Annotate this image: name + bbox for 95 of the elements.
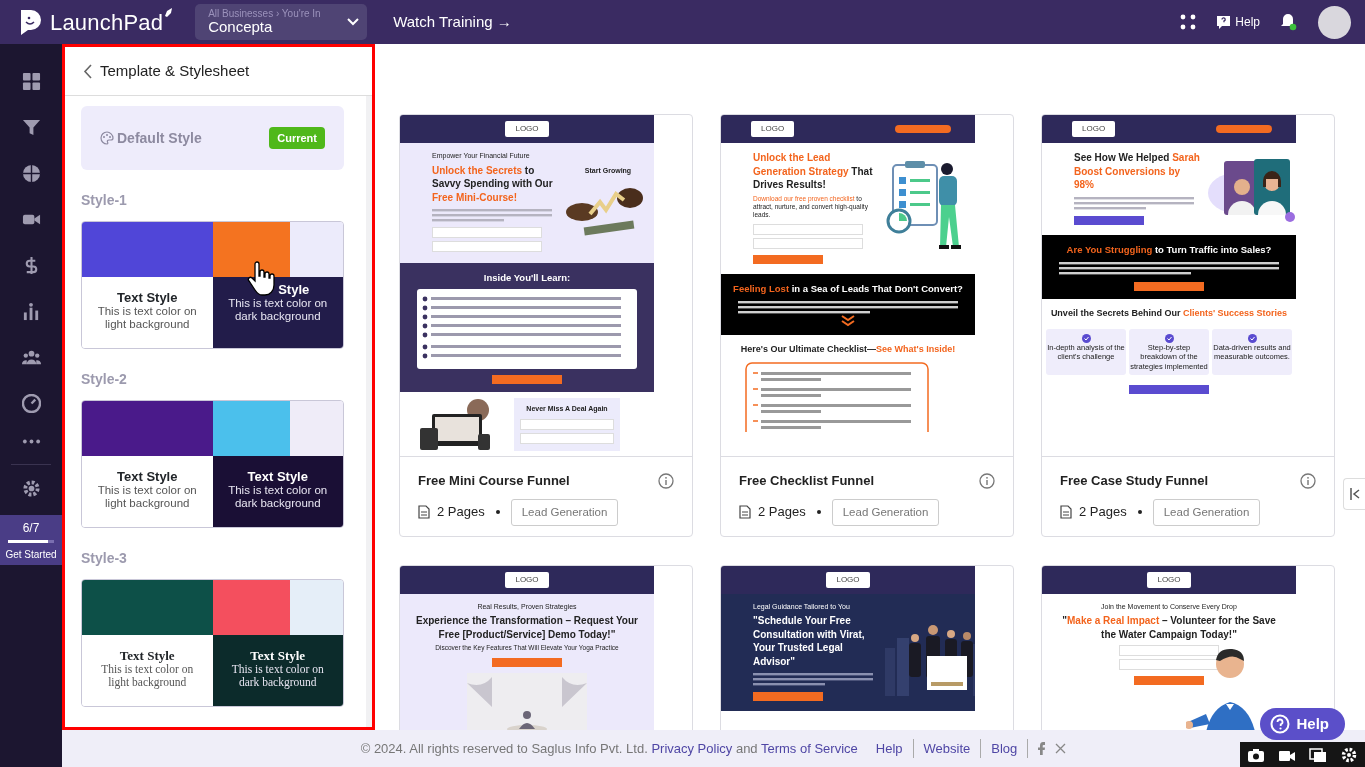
brand-name: LaunchPad [50, 8, 164, 37]
page-count: 2 Pages [1079, 503, 1127, 522]
windows-icon[interactable] [1309, 745, 1328, 764]
page-count: 2 Pages [437, 503, 485, 522]
template-card[interactable] [1041, 114, 1335, 537]
logo-placeholder: LOGO [505, 571, 549, 588]
sample-title: Text Style [116, 291, 179, 306]
headline: Unlock the Secrets to Savvy Spending with Our Free Mini-Course! [432, 163, 554, 204]
check-icon [1247, 333, 1257, 343]
category-tag: Lead Generation [1152, 498, 1261, 526]
footer-link[interactable]: Website [923, 738, 982, 759]
sample-title: Style [278, 282, 310, 297]
x-icon[interactable] [1055, 743, 1067, 754]
notification-bell-icon[interactable] [1280, 13, 1298, 31]
document-icon [739, 505, 751, 520]
sample-title: Text Style [116, 470, 179, 485]
check-icon [1164, 333, 1174, 343]
style-name: Default Style [117, 128, 202, 148]
help-link[interactable]: Help [1216, 13, 1260, 31]
copyright-text: © 2024. All rights reserved to Saglus Info Pvt. Ltd. Privacy Policy and Terms of Service [360, 739, 858, 758]
style-card[interactable]: Text Style This is text color on light background Style This is text color on dark background [81, 221, 344, 349]
facebook-icon[interactable] [1038, 742, 1046, 755]
onboarding-progress[interactable]: 6/7 Get Started [0, 515, 62, 565]
separator-dot [816, 510, 821, 515]
privacy-policy-link[interactable]: Privacy Policy [651, 740, 733, 756]
watch-training-link[interactable]: Watch Training → [393, 10, 512, 34]
rocket-icon [163, 7, 174, 19]
info-icon[interactable] [1300, 472, 1316, 489]
band-heading: Inside You'll Learn: [482, 271, 572, 285]
sample-title: Text Style [118, 649, 176, 664]
gauge-icon[interactable] [21, 393, 41, 413]
template-title: Free Mini Course Funnel [418, 472, 570, 490]
apps-icon[interactable] [1180, 14, 1197, 30]
template-card[interactable] [720, 114, 1014, 537]
chevron-down-icon [347, 18, 360, 26]
bar-chart-icon[interactable] [21, 301, 41, 321]
document-icon [418, 505, 430, 520]
category-tag: Lead Generation [831, 498, 940, 526]
headline: See How We Helped Sarah Boost Conversions by 98% [1074, 151, 1201, 192]
back-icon[interactable] [83, 63, 92, 79]
user-avatar[interactable] [1318, 5, 1351, 39]
separator-dot [495, 510, 500, 515]
settings-icon[interactable] [21, 478, 41, 498]
footer-link[interactable]: Blog [991, 738, 1029, 759]
help-icon [1216, 14, 1232, 30]
business-switcher[interactable]: All Businesses › You're In Concepta [195, 4, 368, 40]
logo-placeholder: LOGO [1147, 571, 1191, 588]
headline: "Schedule Your Free Consultation with Virat, Your Trusted Legal Advisor" [753, 614, 866, 669]
section-heading: Here's Our Ultimate Checklist—See What's Inside! [739, 343, 957, 357]
sample-text: This is text color on dark background [230, 663, 325, 689]
sample-title: Text Style [249, 649, 307, 664]
sample-text: This is text color on light background [96, 305, 198, 331]
style-heading: Style-1 [81, 191, 128, 210]
logo-placeholder: LOGO [505, 121, 549, 137]
help-icon [1270, 713, 1291, 734]
dashboard-icon[interactable] [21, 71, 41, 91]
headline: Unlock the Lead Generation Strategy That Drives Results! [753, 151, 874, 192]
section-heading: Unveil the Secrets Behind Our Clients' Success Stories [1049, 306, 1289, 320]
funnel-icon[interactable] [21, 117, 41, 137]
terms-link[interactable]: Terms of Service [761, 740, 858, 756]
sample-text: This is text color on light background [100, 663, 195, 689]
sample-title: Text Style [246, 470, 309, 485]
style-heading: Style-3 [81, 549, 128, 568]
style-heading: Style-2 [81, 370, 128, 389]
sample-text: This is text color on dark background [227, 297, 329, 323]
style-card[interactable]: Text Style This is text color on light background Text Style This is text color on dark background [81, 400, 344, 528]
sample-text: This is text color on dark background [227, 484, 329, 510]
palette-icon [100, 131, 114, 145]
style-card[interactable]: Text Style This is text color on light background Text Style This is text color on dark background [81, 579, 344, 707]
footer-link[interactable]: Help [875, 738, 914, 759]
category-tag: Lead Generation [510, 498, 619, 526]
template-title: Free Checklist Funnel [739, 472, 875, 490]
collapse-icon [1348, 487, 1361, 501]
check-icon [1081, 333, 1091, 343]
logo-placeholder: LOGO [1072, 121, 1116, 137]
template-title: Free Case Study Funnel [1060, 472, 1209, 490]
template-card[interactable] [399, 114, 693, 537]
current-badge: Current [269, 126, 325, 150]
logo-icon [20, 9, 42, 35]
band-heading: Are You Struggling to Turn Traffic into Sales? [1065, 242, 1273, 257]
globe-icon[interactable] [21, 163, 41, 183]
panel-title: Template & Stylesheet [100, 60, 250, 81]
logo-placeholder: LOGO [826, 571, 870, 588]
settings-icon[interactable] [1340, 745, 1359, 764]
separator-dot [1137, 510, 1142, 515]
page-count: 2 Pages [758, 503, 806, 522]
band-heading: Feeling Lost in a Sea of Leads That Don't Convert? [733, 281, 963, 296]
info-icon[interactable] [979, 472, 995, 489]
sample-text: This is text color on light background [96, 484, 198, 510]
info-icon[interactable] [658, 472, 674, 489]
panel-toggle[interactable] [1343, 478, 1365, 510]
logo-placeholder: LOGO [751, 121, 795, 137]
headline: Experience the Transformation – Request Your Free [Product/Service] Demo Today!" [415, 614, 639, 642]
document-icon [1060, 505, 1072, 520]
headline: "Make a Real Impact – Volunteer for the Save the Water Campaign Today!" [1061, 614, 1277, 642]
